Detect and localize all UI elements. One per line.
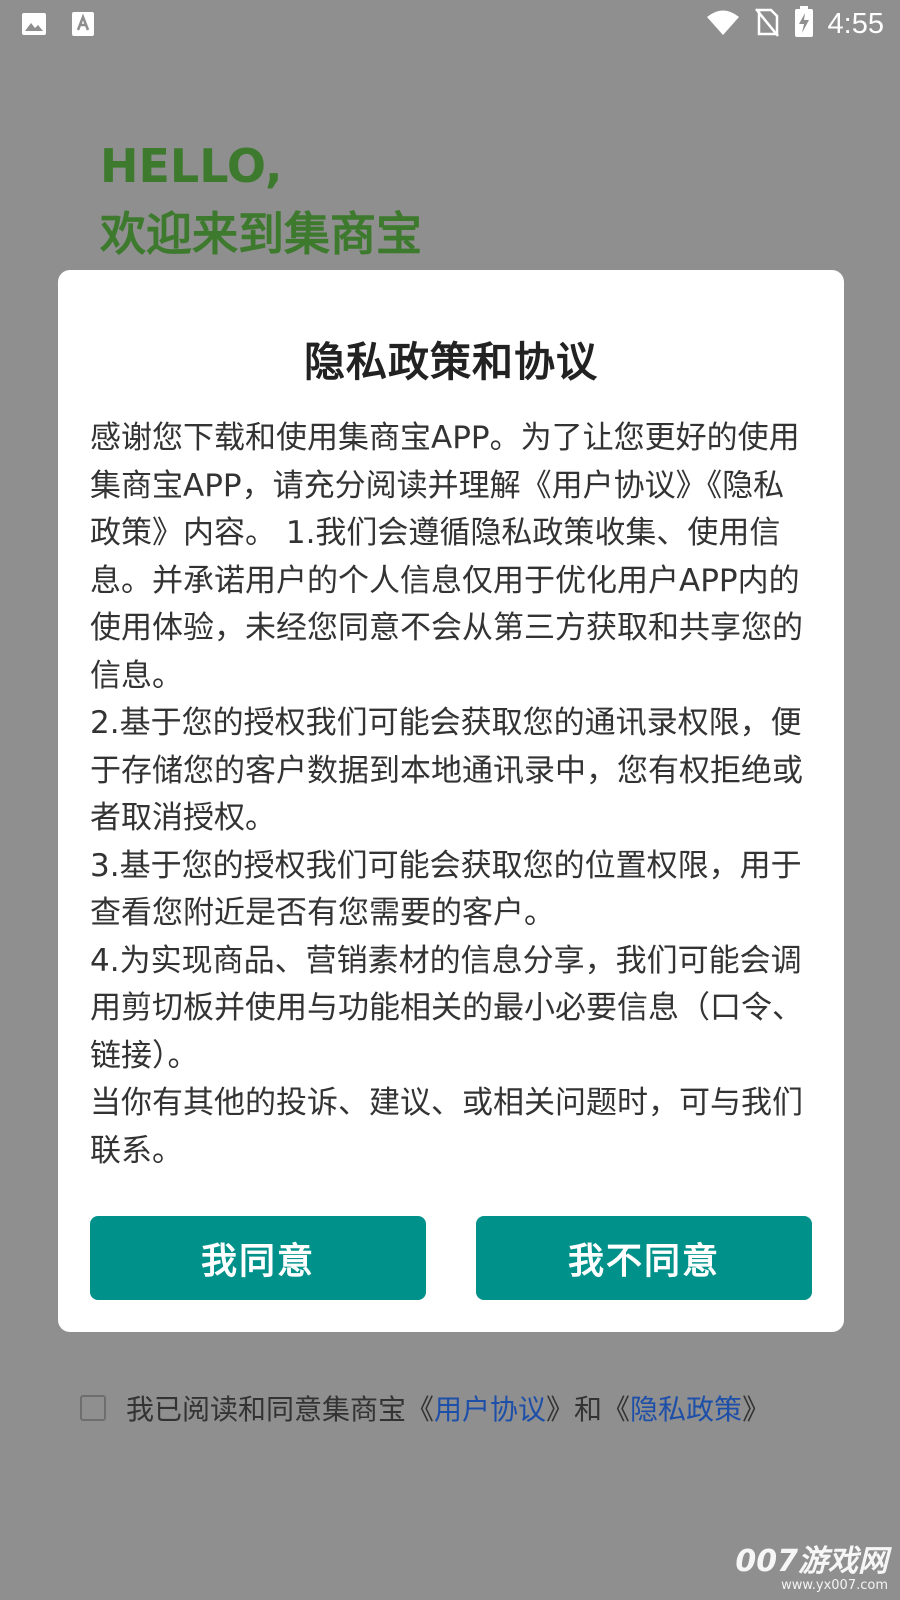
- status-bar-left: [20, 10, 96, 42]
- consent-text: 我已阅读和同意集商宝《用户协议》和《隐私政策》: [126, 1388, 770, 1428]
- welcome-heading: HELLO, 欢迎来到集商宝: [100, 132, 422, 268]
- dialog-paragraph-clipboard: 4.为实现商品、营销素材的信息分享，我们可能会调用剪切板并使用与功能相关的最小必…: [90, 942, 803, 1074]
- image-icon: [20, 10, 48, 42]
- watermark-title: 007游戏网: [735, 1544, 888, 1579]
- status-bar-right: 4:55: [706, 6, 884, 42]
- consent-checkbox[interactable]: [80, 1395, 106, 1421]
- wifi-icon: [706, 8, 740, 40]
- consent-suffix: 》: [742, 1393, 771, 1426]
- battery-charging-icon: [794, 6, 814, 42]
- privacy-dialog: 隐私政策和协议 感谢您下载和使用集商宝APP。为了让您更好的使用集商宝APP，请…: [58, 270, 844, 1332]
- dialog-body: 感谢您下载和使用集商宝APP。为了让您更好的使用集商宝APP，请充分阅读并理解《…: [90, 415, 808, 1175]
- consent-row: 我已阅读和同意集商宝《用户协议》和《隐私政策》: [80, 1388, 770, 1428]
- welcome-line-2: 欢迎来到集商宝: [100, 207, 422, 261]
- dialog-paragraph-contacts: 2.基于您的授权我们可能会获取您的通讯录权限，便于存储您的客户数据到本地通讯录中…: [90, 705, 803, 836]
- status-bar: 4:55: [0, 0, 900, 50]
- no-sim-icon: [754, 7, 780, 41]
- consent-middle: 》和《: [546, 1393, 631, 1426]
- consent-prefix: 我已阅读和同意集商宝《: [126, 1393, 435, 1426]
- privacy-policy-link[interactable]: 隐私政策: [630, 1393, 742, 1426]
- font-download-icon: [70, 10, 96, 42]
- watermark-url: www.yx007.com: [781, 1578, 888, 1593]
- status-bar-time: 4:55: [827, 7, 884, 40]
- dialog-paragraph-contact-us: 当你有其他的投诉、建议、或相关问题时，可与我们联系。: [90, 1085, 803, 1169]
- watermark: 007游戏网 www.yx007.com: [735, 1546, 888, 1594]
- dialog-paragraph-location: 3.基于您的授权我们可能会获取您的位置权限，用于查看您附近是否有您需要的客户。: [90, 847, 802, 932]
- dialog-title: 隐私政策和协议: [304, 338, 598, 386]
- dialog-paragraph-intro: 感谢您下载和使用集商宝APP。为了让您更好的使用集商宝APP，请充分阅读并理解《…: [90, 420, 803, 694]
- user-agreement-link[interactable]: 用户协议: [434, 1393, 546, 1426]
- agree-button[interactable]: 我同意: [90, 1216, 426, 1300]
- disagree-button[interactable]: 我不同意: [476, 1216, 812, 1300]
- welcome-line-1: HELLO,: [100, 139, 283, 193]
